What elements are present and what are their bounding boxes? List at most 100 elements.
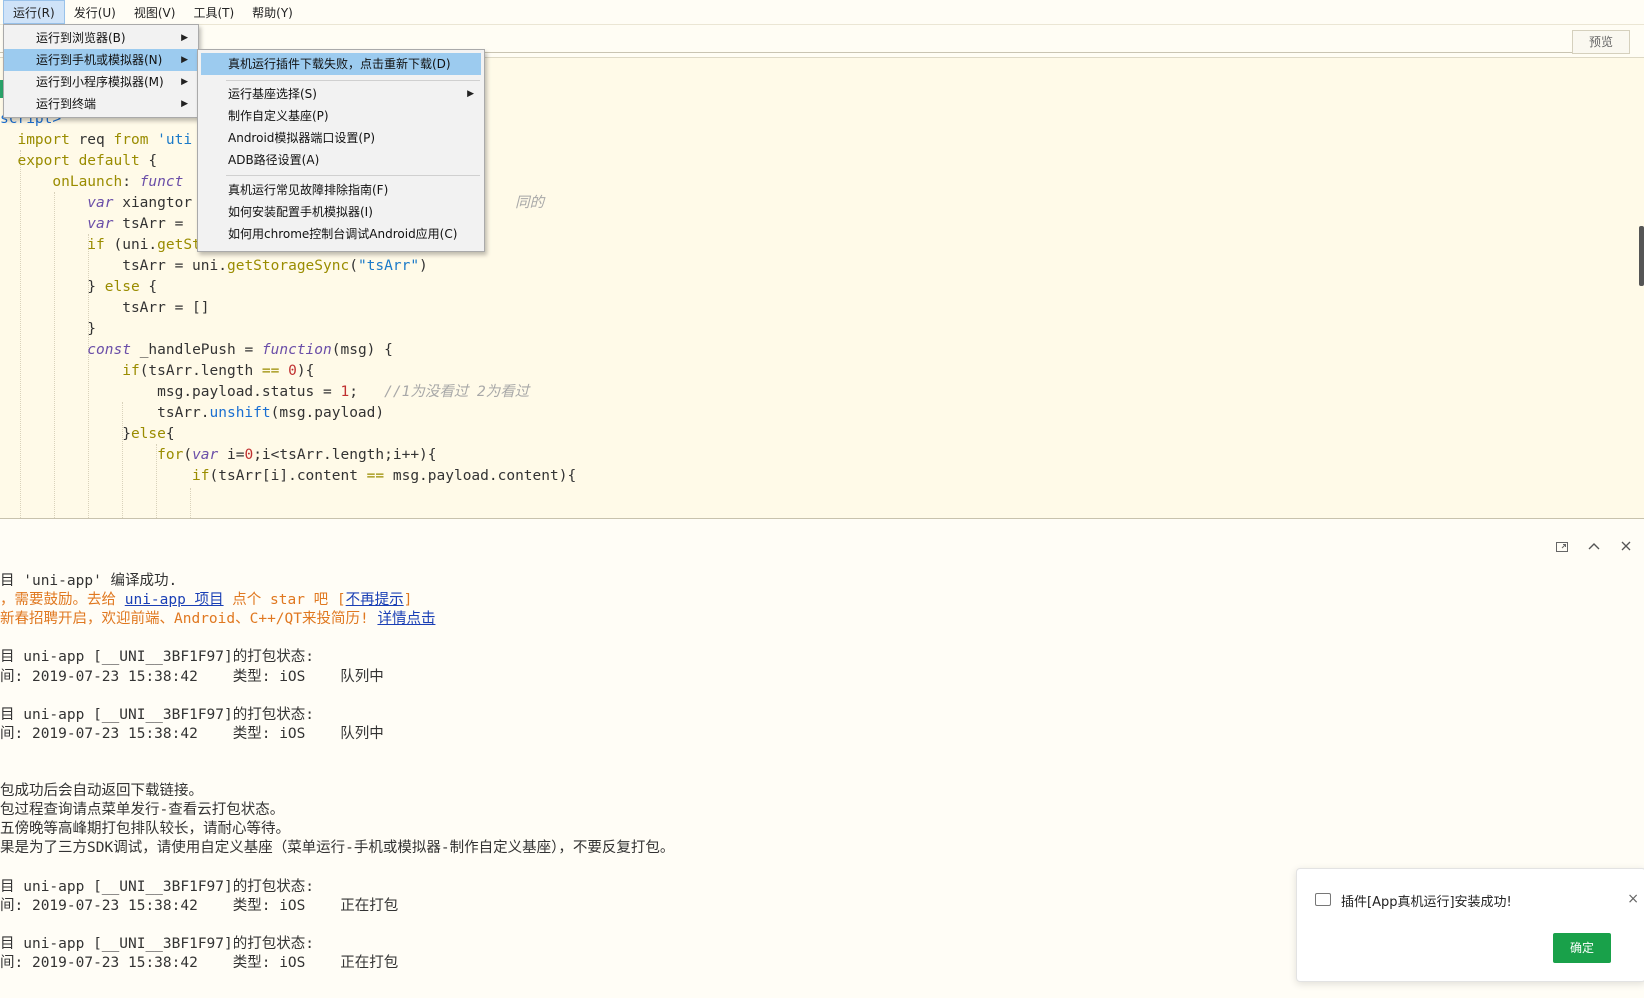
console-text: 间: 2019-07-23 15:38:42 类型: iOS 正在打包 bbox=[0, 955, 399, 971]
code-token: else bbox=[104, 279, 149, 295]
code-line: var tsArr = bbox=[0, 213, 183, 235]
code-line: const _handlePush = function(msg) { bbox=[0, 339, 393, 361]
menu-item-label: 运行到终端 bbox=[36, 97, 97, 111]
menu-item-custom-base[interactable]: 制作自定义基座(P) bbox=[198, 105, 484, 127]
console-line: 目 uni-app [__UNI__3BF1F97]的打包状态: bbox=[0, 934, 314, 954]
code-line: for(var i=0;i<tsArr.length;i++){ bbox=[0, 444, 436, 466]
code-token: if bbox=[0, 363, 140, 379]
menu-tools[interactable]: 工具(T) bbox=[184, 0, 243, 24]
code-token: == bbox=[366, 468, 385, 484]
code-token: == bbox=[261, 363, 280, 379]
menu-item-label: 制作自定义基座(P) bbox=[228, 109, 329, 123]
code-token: ( bbox=[349, 258, 358, 274]
console-text: 间: 2019-07-23 15:38:42 类型: iOS 队列中 bbox=[0, 725, 384, 742]
menu-item-troubleshooting[interactable]: 真机运行常见故障排除指南(F) bbox=[198, 179, 484, 201]
code-line: msg.payload.status = 1; //1为没看过 2为看过 bbox=[0, 381, 529, 403]
menu-run[interactable]: 运行(R) bbox=[3, 0, 65, 24]
notification-toast: 插件[App真机运行]安装成功! × 确定 bbox=[1296, 868, 1644, 982]
export-icon[interactable] bbox=[1554, 539, 1570, 557]
console-line: 目 'uni-app' 编译成功. bbox=[0, 571, 177, 591]
submenu-arrow-icon: ▶ bbox=[181, 55, 188, 65]
console-line: 包过程查询请点菜单发行-查看云打包状态。 bbox=[0, 800, 284, 820]
code-token: msg.payload.content){ bbox=[384, 468, 577, 484]
menu-item-emulator-port[interactable]: Android模拟器端口设置(P) bbox=[198, 127, 484, 149]
console-text: 点个 star 吧 [ bbox=[223, 592, 346, 609]
code-token: 1 bbox=[340, 384, 350, 400]
menu-item-run-browser[interactable]: 运行到浏览器(B) ▶ bbox=[4, 27, 198, 49]
console-link[interactable]: 不再提示 bbox=[346, 592, 404, 608]
code-line: tsArr.unshift(msg.payload) bbox=[0, 402, 384, 424]
code-token: } bbox=[0, 321, 97, 337]
console-line: 目 uni-app [__UNI__3BF1F97]的打包状态: bbox=[0, 705, 314, 725]
code-token: ) bbox=[419, 258, 428, 274]
console-line: 间: 2019-07-23 15:38:42 类型: iOS 队列中 bbox=[0, 724, 384, 744]
console-text: 果是为了三方SDK调试，请使用自定义基座（菜单运行-手机或模拟器-制作自定义基座… bbox=[0, 840, 675, 857]
console-text: 目 uni-app [__UNI__3BF1F97]的打包状态: bbox=[0, 878, 314, 895]
code-token: (msg) { bbox=[331, 342, 393, 358]
code-token: if bbox=[0, 237, 114, 253]
console-line: 目 uni-app [__UNI__3BF1F97]的打包状态: bbox=[0, 877, 314, 897]
console-text: 目 uni-app [__UNI__3BF1F97]的打包状态: bbox=[0, 649, 314, 666]
code-token: (msg.payload) bbox=[270, 405, 385, 421]
indent-guide bbox=[190, 488, 192, 518]
menu-item-label: 真机运行插件下载失败，点击重新下载(D) bbox=[228, 57, 451, 71]
code-token: var bbox=[192, 447, 227, 463]
run-menu: 运行到浏览器(B) ▶ 运行到手机或模拟器(N) ▶ 运行到小程序模拟器(M) … bbox=[3, 24, 199, 118]
console-text: 目 uni-app [__UNI__3BF1F97]的打包状态: bbox=[0, 935, 314, 952]
console-link[interactable]: uni-app 项目 bbox=[125, 592, 224, 608]
code-token: (tsArr.length bbox=[139, 363, 262, 379]
close-icon[interactable] bbox=[1618, 539, 1634, 557]
menu-item-redownload-plugin[interactable]: 真机运行插件下载失败，点击重新下载(D) bbox=[201, 53, 481, 75]
code-token: : bbox=[122, 174, 140, 190]
toast-ok-button[interactable]: 确定 bbox=[1553, 933, 1611, 963]
menu-item-run-device[interactable]: 运行到手机或模拟器(N) ▶ bbox=[4, 49, 198, 71]
menu-item-emulator-guide[interactable]: 如何安装配置手机模拟器(I) bbox=[198, 201, 484, 223]
code-token: funct bbox=[139, 174, 184, 190]
menu-item-run-miniprogram[interactable]: 运行到小程序模拟器(M) ▶ bbox=[4, 71, 198, 93]
menu-publish[interactable]: 发行(U) bbox=[65, 0, 125, 24]
code-token: _handlePush = bbox=[139, 342, 262, 358]
preview-button[interactable]: 预览 bbox=[1572, 30, 1630, 54]
editor-scrollbar[interactable] bbox=[1639, 226, 1644, 286]
menu-item-label: 运行基座选择(S) bbox=[228, 87, 317, 101]
toast-message: 插件[App真机运行]安装成功! bbox=[1341, 895, 1512, 910]
menu-item-chrome-debug[interactable]: 如何用chrome控制台调试Android应用(C) bbox=[198, 223, 484, 245]
console-link[interactable]: 详情点击 bbox=[377, 611, 435, 627]
console-line: 目 uni-app [__UNI__3BF1F97]的打包状态: bbox=[0, 647, 314, 667]
chevron-up-icon[interactable] bbox=[1586, 539, 1602, 557]
code-line: import req from 'uti bbox=[0, 129, 192, 151]
menu-item-label: 真机运行常见故障排除指南(F) bbox=[228, 183, 389, 197]
code-token: //1为没看过 2为看过 bbox=[384, 384, 530, 400]
toast-close-icon[interactable]: × bbox=[1627, 891, 1639, 907]
code-token: var bbox=[0, 195, 123, 211]
console-text: 新春招聘开启，欢迎前端、Android、C++/QT来投简历! bbox=[0, 611, 378, 628]
console-text: ] bbox=[403, 592, 413, 609]
code-token: ; bbox=[349, 384, 385, 400]
code-token: 0 bbox=[244, 447, 254, 463]
menu-item-adb-path[interactable]: ADB路径设置(A) bbox=[198, 149, 484, 171]
console-text: 目 uni-app [__UNI__3BF1F97]的打包状态: bbox=[0, 706, 314, 723]
code-token: req bbox=[78, 132, 114, 148]
code-token: (tsArr[i].content bbox=[209, 468, 367, 484]
code-token: { bbox=[165, 426, 175, 442]
code-line: if(tsArr.length == 0){ bbox=[0, 360, 314, 382]
code-token: import bbox=[0, 132, 79, 148]
menu-item-label: 运行到小程序模拟器(M) bbox=[36, 75, 164, 89]
console-text: 间: 2019-07-23 15:38:42 类型: iOS 队列中 bbox=[0, 668, 384, 685]
menu-view[interactable]: 视图(V) bbox=[125, 0, 185, 24]
console-text: 五傍晚等高峰期打包排队较长，请耐心等待。 bbox=[0, 821, 290, 838]
code-token: ( bbox=[183, 447, 193, 463]
code-token: from bbox=[113, 132, 158, 148]
code-token: i= bbox=[226, 447, 245, 463]
code-token: { bbox=[148, 153, 158, 169]
code-token: for bbox=[0, 447, 184, 463]
menu-item-base-select[interactable]: 运行基座选择(S) ▶ bbox=[198, 83, 484, 105]
code-line: onLaunch: funct bbox=[0, 171, 183, 193]
menu-item-label: 运行到手机或模拟器(N) bbox=[36, 53, 163, 67]
code-token: var bbox=[0, 216, 123, 232]
menu-help[interactable]: 帮助(Y) bbox=[243, 0, 302, 24]
menu-item-run-terminal[interactable]: 运行到终端 ▶ bbox=[4, 93, 198, 115]
console-line: 果是为了三方SDK调试，请使用自定义基座（菜单运行-手机或模拟器-制作自定义基座… bbox=[0, 838, 674, 858]
submenu-arrow-icon: ▶ bbox=[181, 77, 188, 87]
device-submenu: 真机运行插件下载失败，点击重新下载(D) 运行基座选择(S) ▶ 制作自定义基座… bbox=[197, 49, 485, 252]
